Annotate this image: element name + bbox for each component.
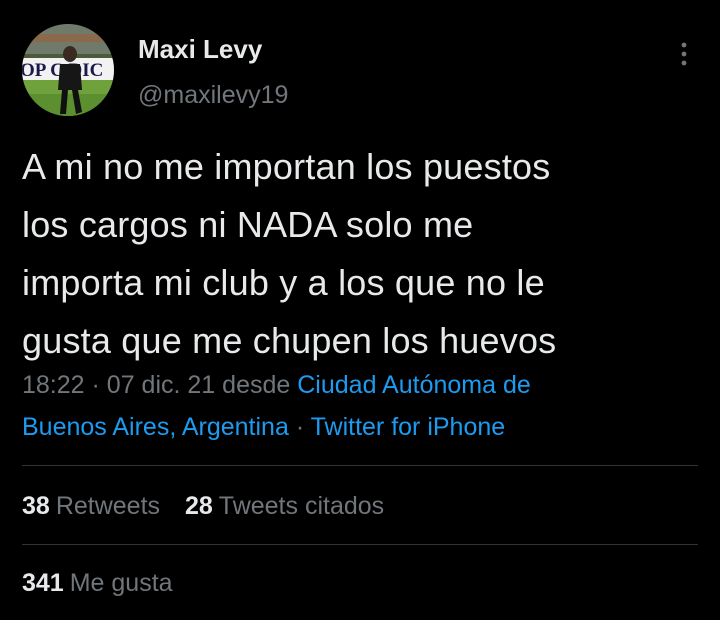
more-vertical-icon (681, 42, 687, 66)
retweets-label: Retweets (55, 492, 161, 520)
tweet-time-link[interactable]: 18:22 (22, 371, 85, 399)
stats-row: 38 Retweets 28 Tweets citados (22, 491, 402, 521)
meta-separator: · (91, 371, 100, 399)
divider (22, 544, 698, 545)
divider (22, 465, 698, 466)
likes-stat[interactable]: 341 Me gusta (22, 569, 173, 597)
location-link-continued[interactable]: Buenos Aires, Argentina (22, 413, 289, 441)
tweet-text-line: importa mi club y a los que no le (22, 262, 545, 303)
likes-count: 341 (22, 569, 64, 597)
from-label: desde (222, 371, 291, 399)
quote-tweets-stat[interactable]: 28 Tweets citados (185, 492, 384, 520)
tweet-date[interactable]: 07 dic. 21 (107, 371, 215, 399)
retweets-count: 38 (22, 492, 50, 520)
retweets-stat[interactable]: 38 Retweets (22, 492, 160, 520)
quote-tweets-label: Tweets citados (218, 492, 385, 520)
tweet-meta: 18:22 · 07 dic. 21 desde Ciudad Autónoma… (22, 364, 702, 448)
likes-label: Me gusta (69, 569, 173, 597)
quote-tweets-count: 28 (184, 492, 213, 520)
tweet-text-line: los cargos ni NADA solo me (22, 204, 474, 245)
author-name[interactable]: Maxi Levy (138, 34, 262, 64)
tweet-text-line: A mi no me importan los puestos (22, 146, 551, 187)
author-handle[interactable]: @maxilevy19 (138, 80, 288, 110)
tweet-text: A mi no me importan los puestos los carg… (22, 138, 702, 370)
avatar-photo: OP C DIC (22, 24, 114, 116)
meta-separator: · (295, 413, 305, 441)
avatar[interactable]: OP C DIC (22, 24, 114, 116)
tweet-detail: OP C DIC Maxi Levy @maxilevy19 A mi no m… (0, 0, 720, 620)
source-app-link[interactable]: Twitter for iPhone (311, 413, 506, 441)
more-options-button[interactable] (666, 36, 702, 72)
location-link[interactable]: Ciudad Autónoma de (297, 371, 531, 399)
likes-row: 341 Me gusta (22, 568, 191, 598)
tweet-text-line: gusta que me chupen los huevos (22, 320, 557, 361)
